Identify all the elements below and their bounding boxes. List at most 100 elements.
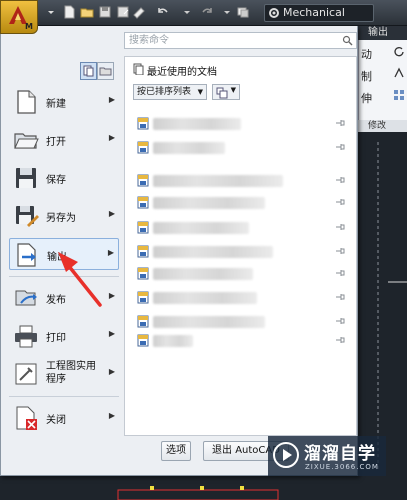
application-menu: 搜索命令 新建 ▶ 打开 ▶ 保存 另存为 ▶ 输出 ▶ 发布 ▶ 打印 ▶ 工… (0, 26, 358, 476)
watermark-title: 溜溜自学 (304, 444, 376, 464)
pin-icon[interactable] (334, 142, 346, 152)
recent-document-item[interactable] (131, 243, 346, 260)
close-file-icon (16, 406, 37, 430)
ribbon-panel-title: 修改 (358, 120, 407, 132)
save-as-icon[interactable] (116, 5, 130, 19)
redo-icon[interactable] (200, 5, 214, 19)
pin-icon[interactable] (334, 175, 346, 185)
pin-icon[interactable] (334, 292, 346, 302)
application-menu-button[interactable]: M (0, 0, 38, 34)
mirror-icon[interactable] (393, 67, 405, 79)
open-icon[interactable] (80, 5, 94, 19)
plot-icon[interactable] (132, 5, 146, 19)
recent-document-item[interactable] (131, 332, 346, 349)
recent-documents-view-button[interactable] (80, 62, 97, 80)
search-icon[interactable] (342, 35, 353, 46)
ribbon-item[interactable]: 动 (361, 46, 372, 62)
recent-document-item[interactable] (131, 313, 346, 330)
pin-icon[interactable] (334, 118, 346, 128)
workspace-label: Mechanical (283, 6, 345, 19)
menu-item-label-line: 工程图实用 (46, 361, 96, 372)
watermark-logo-icon (273, 442, 299, 468)
rotate-icon[interactable] (393, 45, 405, 57)
submenu-arrow-icon: ▶ (108, 209, 115, 218)
ribbon-item[interactable]: 制 (361, 68, 372, 84)
menu-item-label-line: 程序 (46, 374, 66, 385)
dropdown-arrow-icon[interactable] (44, 5, 58, 19)
menu-item-save-as[interactable]: 另存为 ▶ (9, 200, 119, 232)
undo-icon[interactable] (156, 5, 170, 19)
save-icon[interactable] (98, 5, 112, 19)
icon-size-dropdown[interactable]: ▼ (212, 84, 240, 100)
recent-documents-icon (133, 63, 144, 75)
options-button[interactable]: 选项 (161, 441, 191, 461)
array-icon[interactable] (393, 89, 405, 101)
recent-document-item[interactable] (131, 194, 346, 211)
blurred-file-name (153, 292, 257, 304)
search-input[interactable]: 搜索命令 (124, 32, 357, 49)
menu-item-drawing-utilities[interactable]: 工程图实用 程序 ▶ (9, 358, 119, 390)
menu-item-close[interactable]: 关闭 ▶ (9, 402, 119, 434)
layers-icon[interactable] (236, 5, 250, 19)
recent-document-item[interactable] (131, 265, 346, 282)
dropdown-arrow-icon[interactable] (220, 5, 234, 19)
menu-item-label: 保存 (46, 175, 66, 186)
quick-access-toolbar: Mechanical (0, 0, 407, 26)
dwg-file-icon (137, 141, 149, 154)
blurred-file-name (153, 246, 273, 258)
submenu-arrow-icon: ▶ (107, 248, 114, 257)
dwg-file-icon (137, 267, 149, 280)
dropdown-arrow-icon[interactable] (180, 5, 194, 19)
pin-icon[interactable] (334, 268, 346, 278)
open-documents-view-button[interactable] (97, 62, 114, 80)
pin-icon[interactable] (334, 246, 346, 256)
blurred-file-name (153, 175, 283, 187)
recent-document-item[interactable] (131, 289, 346, 306)
recent-document-item[interactable] (131, 115, 346, 132)
sort-dropdown[interactable]: 按已排序列表 ▼ (133, 84, 207, 100)
publish-icon (15, 290, 37, 306)
workspace-selector[interactable]: Mechanical (264, 4, 374, 22)
menu-item-print[interactable]: 打印 ▶ (9, 320, 119, 352)
sort-dropdown-label: 按已排序列表 (137, 87, 192, 97)
menu-item-open[interactable]: 打开 ▶ (9, 124, 119, 156)
submenu-arrow-icon: ▶ (108, 133, 115, 142)
recent-document-item[interactable] (131, 172, 346, 189)
menu-item-save[interactable]: 保存 (9, 162, 119, 194)
menu-item-publish[interactable]: 发布 ▶ (9, 282, 119, 314)
chevron-down-icon: ▼ (230, 86, 236, 94)
menu-divider (9, 396, 119, 397)
dwg-file-icon (137, 117, 149, 130)
pin-icon[interactable] (334, 316, 346, 326)
menu-item-label: 另存为 (46, 213, 76, 224)
menu-item-label: 打印 (46, 333, 66, 344)
menu-item-export[interactable]: 输出 ▶ (9, 238, 119, 270)
recent-documents-panel: 最近使用的文档 按已排序列表 ▼ ▼ (124, 56, 357, 436)
menu-item-new[interactable]: 新建 ▶ (9, 86, 119, 118)
blurred-file-name (153, 316, 265, 328)
dwg-file-icon (137, 334, 149, 347)
blurred-file-name (153, 268, 253, 280)
printer-icon (15, 325, 37, 348)
pin-icon[interactable] (334, 197, 346, 207)
pin-icon[interactable] (334, 335, 346, 345)
dwg-file-icon (137, 221, 149, 234)
logo-letter: M (25, 22, 33, 31)
recent-document-item[interactable] (131, 139, 346, 156)
menu-divider (9, 276, 119, 277)
watermark: 溜溜自学 ZIXUE.3066.COM (268, 436, 386, 476)
folder-icon (99, 67, 112, 76)
ribbon-tab-output[interactable]: 输出 (358, 26, 407, 40)
recent-document-item[interactable] (131, 219, 346, 236)
pin-icon[interactable] (334, 222, 346, 232)
dwg-file-icon (137, 315, 149, 328)
documents-icon (83, 65, 94, 77)
submenu-arrow-icon: ▶ (108, 329, 115, 338)
drawing-lines (117, 486, 279, 500)
dwg-file-icon (137, 196, 149, 209)
recent-documents-title-text: 最近使用的文档 (147, 67, 217, 78)
new-icon[interactable] (62, 5, 76, 19)
ribbon-item[interactable]: 伸 (361, 90, 372, 106)
recent-documents-title: 最近使用的文档 (133, 63, 217, 78)
menu-item-label: 发布 (46, 295, 66, 306)
